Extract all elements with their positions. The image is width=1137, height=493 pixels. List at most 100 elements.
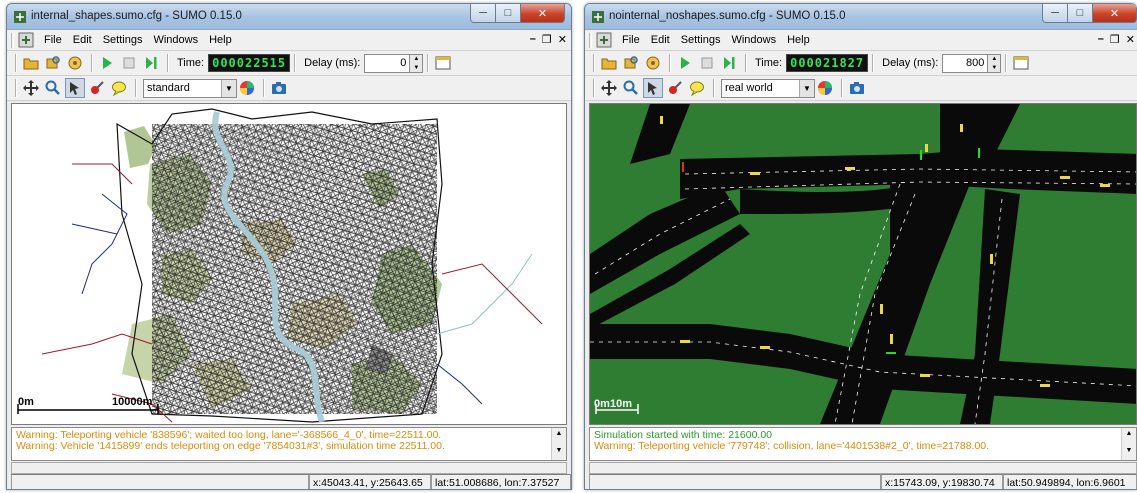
horizontal-scrollbar[interactable] (589, 462, 1137, 474)
separator (745, 54, 747, 72)
tooltip-icon[interactable] (109, 78, 129, 98)
status-coordinates: x:45043.41, y:25643.65 (309, 474, 431, 489)
chevron-down-icon[interactable]: ▼ (799, 79, 814, 97)
menu-edit[interactable]: Edit (73, 34, 92, 46)
chevron-down-icon[interactable]: ▼ (221, 79, 236, 97)
mdi-minimize-icon[interactable]: – (1098, 33, 1104, 46)
locate-icon[interactable] (621, 78, 641, 98)
message-scrollbar[interactable]: ▲ ▼ (1121, 428, 1136, 460)
network-view-canvas[interactable]: 0m 10000m (11, 103, 567, 425)
edit-icon[interactable] (665, 78, 685, 98)
recenter-icon[interactable] (21, 78, 41, 98)
stop-icon[interactable] (697, 53, 717, 73)
reload-icon[interactable] (621, 53, 641, 73)
menu-file[interactable]: File (44, 34, 62, 46)
color-scheme-value: real world (725, 82, 773, 94)
window-title: nointernal_noshapes.sumo.cfg - SUMO 0.15… (609, 10, 846, 22)
simulation-toolbar: Time: 000022515 Delay (ms): ▲▼ (7, 51, 571, 76)
select-icon[interactable] (65, 78, 85, 98)
delay-spin-buttons[interactable]: ▲ ▼ (988, 53, 1002, 73)
open-icon[interactable] (21, 53, 41, 73)
menu-help[interactable]: Help (787, 34, 810, 46)
scale-end-label: 10000m (112, 396, 153, 408)
screenshot-icon[interactable] (847, 78, 867, 98)
toolbar-grip (15, 79, 17, 97)
minimize-button[interactable]: ─ (1042, 4, 1068, 23)
status-bar: x:45043.41, y:25643.65 lat:51.008686, lo… (11, 474, 571, 489)
mdi-close-icon[interactable]: ✕ (1126, 33, 1135, 46)
toolbar-grip (593, 54, 595, 72)
time-label: Time: (755, 57, 783, 69)
horizontal-scrollbar[interactable] (11, 462, 567, 474)
menu-help[interactable]: Help (209, 34, 232, 46)
run-icon[interactable] (97, 53, 117, 73)
step-icon[interactable] (719, 53, 739, 73)
recenter-icon[interactable] (599, 78, 619, 98)
edit-icon[interactable] (87, 78, 107, 98)
message-window[interactable]: Simulation started with time: 21600.00 W… (589, 427, 1137, 461)
time-display: 000022515 (208, 54, 291, 72)
sumo-app-icon[interactable] (596, 32, 612, 48)
delay-spin-buttons[interactable]: ▲ ▼ (410, 53, 424, 73)
delay-input[interactable] (942, 53, 989, 73)
menu-windows[interactable]: Windows (153, 34, 198, 46)
separator (91, 54, 93, 72)
mdi-restore-icon[interactable]: ❐ (542, 33, 552, 46)
title-bar[interactable]: internal_shapes.sumo.cfg - SUMO 0.15.0 ─… (7, 4, 571, 30)
locate-icon[interactable] (43, 78, 63, 98)
network-view-canvas[interactable]: 0m 10m (589, 103, 1137, 425)
delay-spinner[interactable]: ▲▼ (364, 53, 424, 73)
reload-icon[interactable] (43, 53, 63, 73)
view-toolbar: real world ▼ (585, 76, 1137, 101)
menu-settings[interactable]: Settings (103, 34, 143, 46)
color-wheel-icon[interactable] (815, 78, 835, 98)
color-wheel-icon[interactable] (237, 78, 257, 98)
status-message (11, 474, 309, 489)
select-icon[interactable] (643, 78, 663, 98)
title-bar[interactable]: nointernal_noshapes.sumo.cfg - SUMO 0.15… (585, 4, 1137, 30)
menu-windows[interactable]: Windows (731, 34, 776, 46)
message-scrollbar[interactable]: ▲ ▼ (551, 428, 566, 460)
tooltip-icon[interactable] (687, 78, 707, 98)
scale-end-label: 10m (610, 398, 633, 410)
screenshot-icon[interactable] (269, 78, 289, 98)
color-scheme-value: standard (147, 82, 190, 94)
close-button[interactable]: ✕ (521, 4, 565, 23)
delay-label: Delay (ms): (304, 57, 361, 69)
separator (872, 54, 875, 72)
mdi-minimize-icon[interactable]: – (530, 33, 536, 46)
stop-icon[interactable] (119, 53, 139, 73)
close-sim-icon[interactable] (65, 53, 85, 73)
maximize-button[interactable]: □ (1068, 4, 1093, 23)
step-icon[interactable] (141, 53, 161, 73)
view-toolbar: standard ▼ (7, 76, 571, 101)
road-network-map (17, 108, 543, 424)
sumo-app-icon[interactable] (18, 32, 34, 48)
minimize-button[interactable]: ─ (470, 4, 496, 23)
menu-file[interactable]: File (622, 34, 640, 46)
toolbar-grip (15, 54, 17, 72)
menu-edit[interactable]: Edit (651, 34, 670, 46)
color-scheme-select[interactable]: standard ▼ (143, 78, 237, 98)
close-button[interactable]: ✕ (1093, 4, 1137, 23)
menu-settings[interactable]: Settings (681, 34, 721, 46)
window-title: internal_shapes.sumo.cfg - SUMO 0.15.0 (31, 10, 242, 22)
color-scheme-select[interactable]: real world ▼ (721, 78, 815, 98)
message-window[interactable]: Warning: Teleporting vehicle '838596'; w… (11, 427, 567, 461)
new-view-icon[interactable] (433, 53, 453, 73)
scale-start-label: 0m (594, 398, 610, 410)
status-geo-coordinates: lat:51.008686, lon:7.37527 (431, 474, 571, 489)
close-sim-icon[interactable] (643, 53, 663, 73)
delay-spinner[interactable]: ▲▼ (942, 53, 1002, 73)
open-icon[interactable] (599, 53, 619, 73)
delay-input[interactable] (364, 53, 411, 73)
new-view-icon[interactable] (1011, 53, 1031, 73)
mdi-restore-icon[interactable]: ❐ (1110, 33, 1120, 46)
separator (294, 54, 297, 72)
mdi-close-icon[interactable]: ✕ (558, 33, 567, 46)
message-line: Warning: Teleporting vehicle '779748'; c… (594, 440, 990, 452)
separator (1005, 54, 1008, 72)
maximize-button[interactable]: □ (496, 4, 521, 23)
sumo-app-icon (592, 11, 604, 23)
run-icon[interactable] (675, 53, 695, 73)
